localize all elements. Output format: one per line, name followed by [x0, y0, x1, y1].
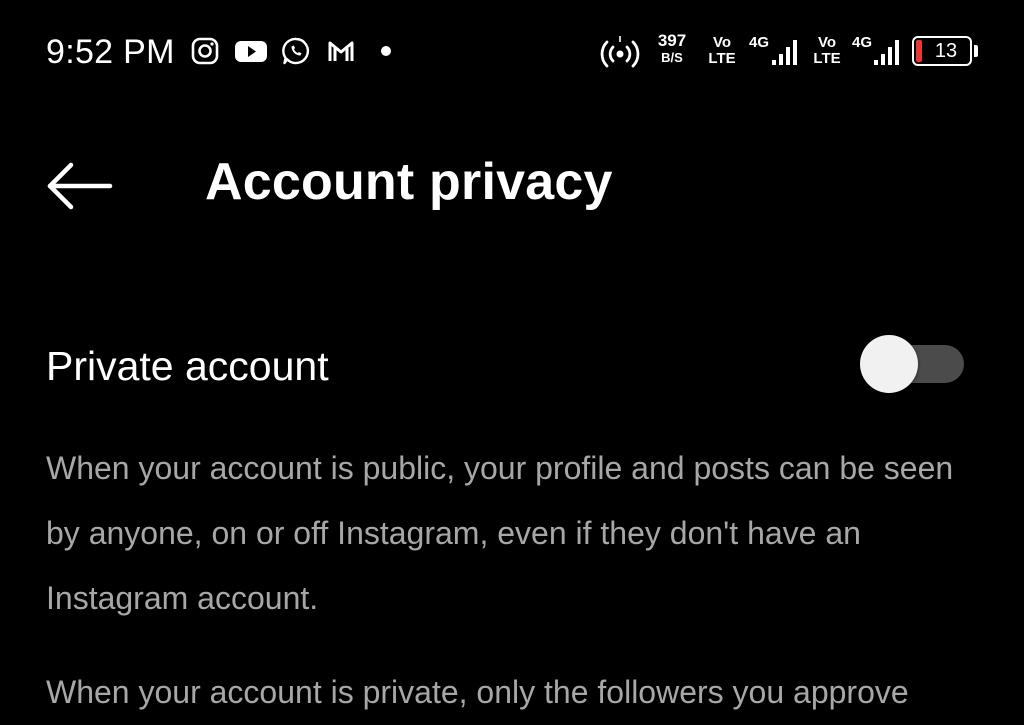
private-account-toggle[interactable]: [860, 335, 968, 395]
sim1-volte-top: Vo: [712, 34, 732, 51]
hotspot-icon: [600, 36, 640, 68]
sim1-volte-badge: Vo LTE: [705, 35, 739, 68]
sim2-signal-icon: [874, 40, 899, 65]
gmail-icon: [328, 41, 354, 61]
sim2-volte-top: Vo: [817, 34, 837, 51]
battery-level: [916, 40, 922, 62]
status-bar: 9:52 PM 397 B/S Vo LTE 4G Vo LTE 4G 13: [0, 0, 1024, 104]
public-account-description: When your account is public, your profil…: [46, 450, 954, 616]
network-speed: 397 B/S: [654, 32, 690, 66]
sim1-volte-bottom: LTE: [708, 50, 736, 67]
battery-percent: 13: [934, 40, 958, 62]
youtube-icon: [235, 41, 267, 62]
sim2-volte-bottom: LTE: [813, 50, 841, 67]
battery-cap: [974, 45, 978, 57]
sim1-signal-icon: [772, 40, 797, 65]
private-account-label: Private account: [46, 343, 329, 389]
page-title: Account privacy: [205, 153, 613, 211]
network-speed-value: 397: [657, 31, 687, 50]
battery-icon: 13: [912, 36, 978, 66]
more-notifications-dot: [381, 46, 391, 56]
private-account-row[interactable]: Private account: [0, 320, 1024, 416]
sim2-volte-badge: Vo LTE: [810, 35, 844, 68]
toggle-thumb: [860, 335, 918, 393]
network-speed-unit: B/S: [661, 50, 683, 65]
private-account-description: When your account is private, only the f…: [46, 674, 909, 710]
sim2-network-type: 4G: [852, 34, 873, 51]
sim1-network-type: 4G: [749, 34, 770, 51]
instagram-icon: [191, 37, 219, 65]
back-arrow-icon[interactable]: [44, 156, 116, 216]
whatsapp-icon: [282, 37, 310, 65]
status-time: 9:52 PM: [46, 33, 175, 71]
